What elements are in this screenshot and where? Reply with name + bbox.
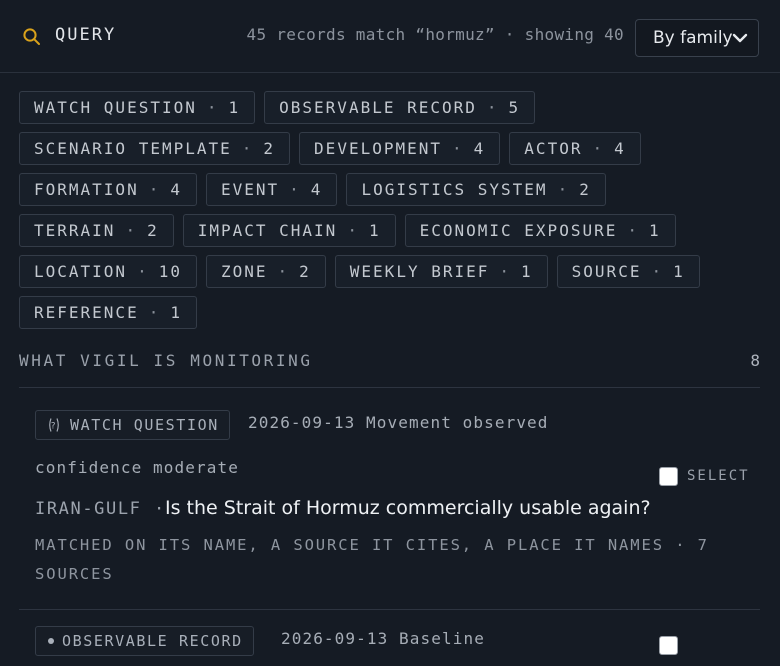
question-circle-icon: ? <box>49 418 59 432</box>
filter-chip-count: 1 <box>228 98 241 117</box>
select-label[interactable]: SELECT <box>687 468 750 484</box>
filter-chip-label: SOURCE <box>571 262 642 281</box>
filter-chip-label: ZONE <box>220 262 268 281</box>
filter-chip-count: 1 <box>673 262 685 281</box>
match-reason: MATCHED ON ITS NAME, A SOURCE IT CITES, … <box>35 536 709 583</box>
filter-chip-count: 4 <box>614 139 626 158</box>
family-filter-chips: WATCH QUESTION · 1 OBSERVABLE RECORD · 5 SCENA… <box>19 91 764 329</box>
filter-chip-event[interactable]: EVENT · 4 <box>205 173 338 206</box>
separator-dot: · <box>154 499 165 519</box>
filter-chip-observable-record[interactable]: OBSERVABLE RECORD · 5 <box>264 91 536 124</box>
type-badge-label: OBSERVABLE RECORD <box>62 632 243 650</box>
result-title[interactable]: Is the Strait of Hormuz commercially usa… <box>165 497 651 519</box>
dot-icon <box>48 638 54 644</box>
search-icon <box>23 28 40 45</box>
filter-chip-label: DEVELOPMENT <box>314 139 443 158</box>
filter-chip-label: LOCATION <box>34 262 128 281</box>
result-card[interactable]: ? WATCH QUESTION 2026-09-13 Movement obs… <box>35 410 760 610</box>
type-badge-label: WATCH QUESTION <box>70 416 219 434</box>
filter-chip-count: 4 <box>473 139 486 158</box>
filter-chip-zone[interactable]: ZONE · 2 <box>205 255 326 288</box>
filter-chip-separator: · <box>241 139 254 158</box>
filter-chip-impact-chain[interactable]: IMPACT CHAIN · 1 <box>182 214 396 247</box>
filter-chip-watch-question[interactable]: WATCH QUESTION · 1 <box>19 91 256 124</box>
type-badge: ? WATCH QUESTION <box>35 410 230 440</box>
filter-chip-count: 2 <box>579 180 591 199</box>
match-summary: 45 records match “hormuz” · showing 40 <box>246 25 624 44</box>
filter-chip-reference[interactable]: REFERENCE · 1 <box>19 296 197 329</box>
filter-chip-label: WEEKLY BRIEF <box>349 262 490 281</box>
filter-chip-count: 1 <box>521 262 533 281</box>
filter-chip-separator: · <box>499 262 512 281</box>
filter-chip-count: 2 <box>263 139 276 158</box>
filter-chip-separator: · <box>148 180 161 199</box>
filter-chip-weekly-brief[interactable]: WEEKLY BRIEF · 1 <box>334 255 548 288</box>
filter-chip-separator: · <box>277 262 290 281</box>
filter-chip-label: SCENARIO TEMPLATE <box>34 139 232 158</box>
filter-chip-separator: · <box>651 262 664 281</box>
region-tag: IRAN-GULF <box>35 499 142 519</box>
result-card[interactable]: OBSERVABLE RECORD 2026-09-13 Baseline <box>35 626 760 666</box>
filter-chip-label: IMPACT CHAIN <box>197 221 338 240</box>
filter-chip-separator: · <box>557 180 570 199</box>
filter-chip-scenario-template[interactable]: SCENARIO TEMPLATE · 2 <box>19 132 291 165</box>
filter-chip-label: TERRAIN <box>34 221 116 240</box>
filter-chip-count: 1 <box>368 221 381 240</box>
result-meta: 2026-09-13 Movement observed <box>248 413 549 432</box>
filter-chip-label: EVENT <box>220 180 280 199</box>
filter-chip-separator: · <box>347 221 359 240</box>
filter-chip-count: 2 <box>299 262 311 281</box>
query-title: QUERY <box>55 25 117 45</box>
filter-chip-separator: · <box>627 221 639 240</box>
filter-chip-separator: · <box>486 98 499 117</box>
filter-chip-count: 1 <box>649 221 661 240</box>
filter-chip-economic-exposure[interactable]: ECONOMIC EXPOSURE · 1 <box>404 214 676 247</box>
section-header: WHAT VIGIL IS MONITORING 8 <box>19 351 760 388</box>
filter-chip-label: ECONOMIC EXPOSURE <box>419 221 618 240</box>
filter-chip-separator: · <box>289 180 301 199</box>
filter-chip-terrain[interactable]: TERRAIN · 2 <box>19 214 174 247</box>
filter-chip-development[interactable]: DEVELOPMENT · 4 <box>299 132 501 165</box>
filter-chip-separator: · <box>137 262 149 281</box>
filter-chip-source[interactable]: SOURCE · 1 <box>556 255 700 288</box>
sort-select-value: By family <box>653 28 733 48</box>
filter-chip-label: ACTOR <box>524 139 583 158</box>
section-title: WHAT VIGIL IS MONITORING <box>19 351 313 370</box>
filter-chip-separator: · <box>452 139 464 158</box>
filter-chip-actor[interactable]: ACTOR · 4 <box>509 132 641 165</box>
filter-chip-formation[interactable]: FORMATION · 4 <box>19 173 197 206</box>
filter-chip-separator: · <box>125 221 138 240</box>
filter-chip-count: 4 <box>310 180 323 199</box>
filter-chip-count: 10 <box>158 262 182 281</box>
filter-chip-label: REFERENCE <box>34 303 139 322</box>
filter-chip-separator: · <box>148 303 161 322</box>
filter-chip-count: 5 <box>508 98 521 117</box>
filter-chip-location[interactable]: LOCATION · 10 <box>19 255 197 288</box>
filter-chip-logistics-system[interactable]: LOGISTICS SYSTEM · 2 <box>346 173 606 206</box>
filter-chip-count: 4 <box>170 180 182 199</box>
query-header: QUERY 45 records match “hormuz” · showin… <box>0 0 780 73</box>
filter-chip-label: WATCH QUESTION <box>34 98 197 117</box>
filter-chip-label: FORMATION <box>34 180 139 199</box>
filter-chip-separator: · <box>206 98 219 117</box>
section-count: 8 <box>750 351 760 370</box>
type-badge: OBSERVABLE RECORD <box>35 626 254 656</box>
filter-chip-label: OBSERVABLE RECORD <box>279 98 477 117</box>
confidence-label: confidence moderate <box>35 458 239 477</box>
filter-chip-separator: · <box>592 139 605 158</box>
filter-chip-count: 2 <box>147 221 159 240</box>
chevron-down-icon <box>732 33 748 43</box>
filter-chip-label: LOGISTICS SYSTEM <box>361 180 548 199</box>
filter-chip-count: 1 <box>170 303 182 322</box>
select-checkbox[interactable] <box>659 467 678 486</box>
sort-select[interactable]: By family <box>635 19 759 57</box>
svg-text:?: ? <box>51 422 57 432</box>
result-divider <box>19 609 760 610</box>
